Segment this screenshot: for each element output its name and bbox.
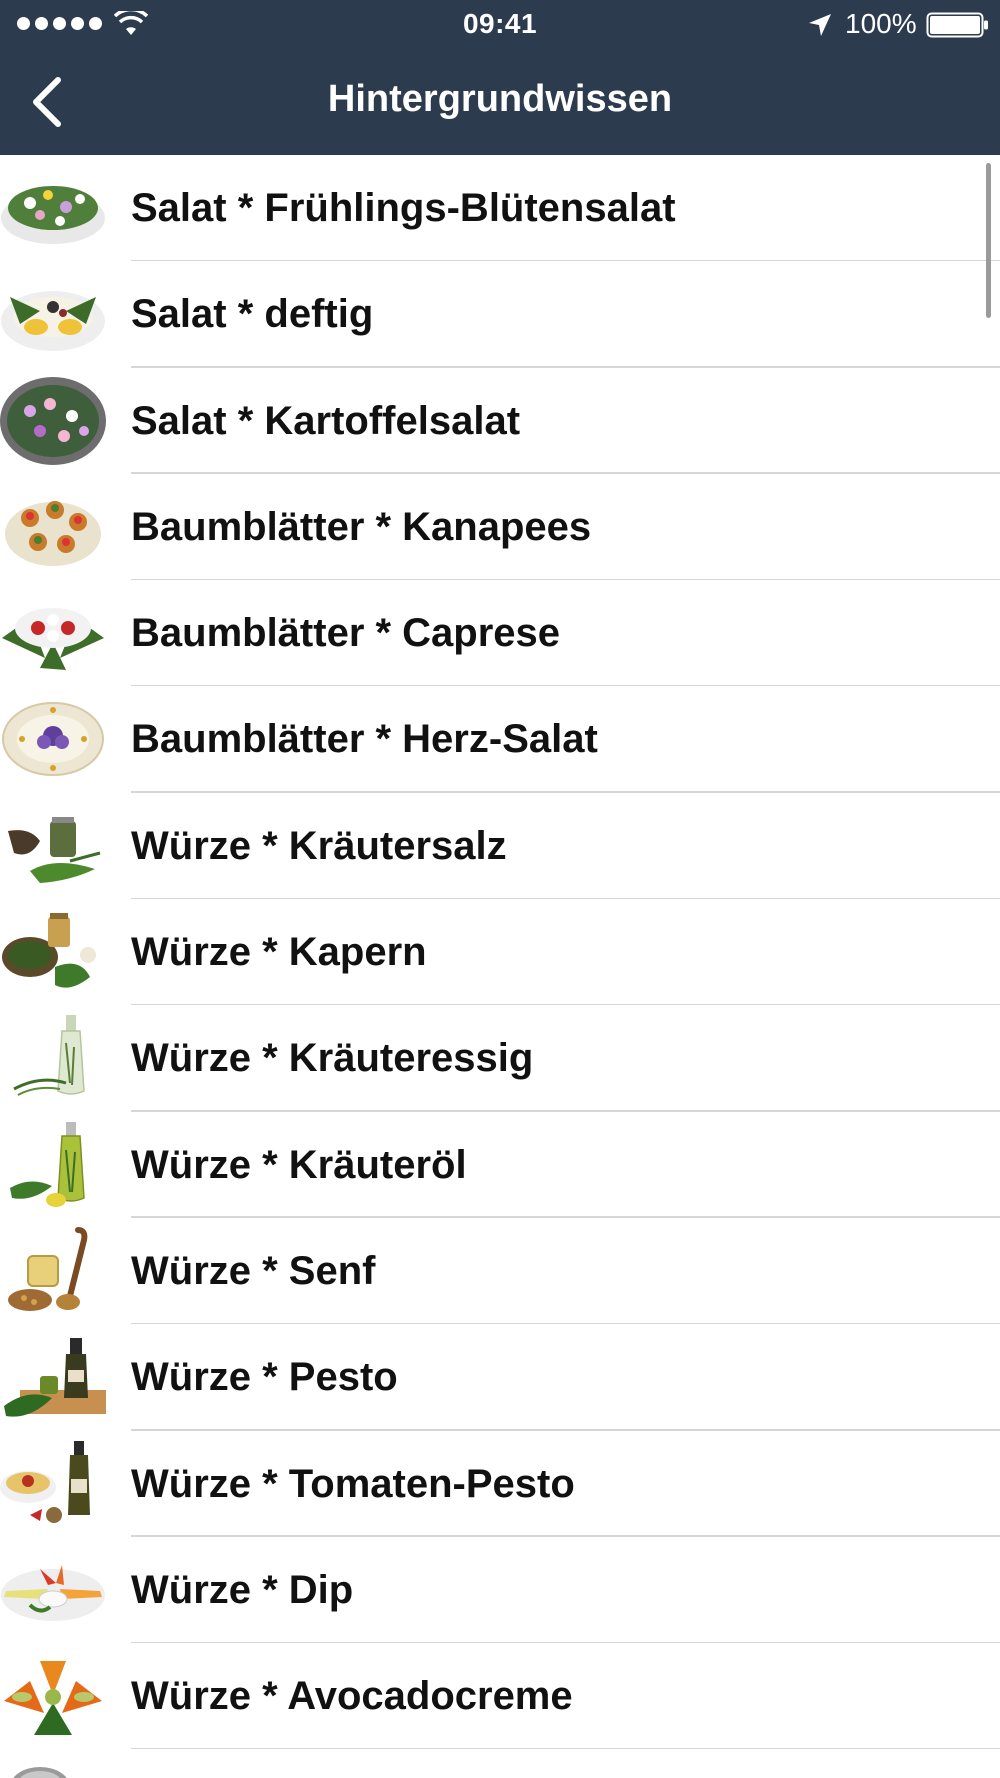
list-item-label: Baumblätter * Herz-Salat — [131, 717, 598, 762]
herb-salt-thumbnail — [8, 816, 101, 883]
list-item[interactable]: Würze * Kräuteressig — [0, 1005, 1000, 1112]
list-item-label: Würze * Kapern — [131, 930, 427, 975]
list-item[interactable]: Würze * Kapern — [0, 899, 1000, 1006]
heart-salad-thumbnail — [2, 702, 104, 777]
avocado-cream-thumbnail — [4, 1661, 102, 1736]
list-item[interactable]: Würze * Tomaten-Pesto — [0, 1431, 1000, 1537]
list-item[interactable]: Würze * Avocadocreme — [0, 1643, 1000, 1750]
list-item-label: Würze * Kräutersalz — [131, 823, 507, 868]
herb-vinegar-thumbnail — [13, 1015, 85, 1097]
list-item[interactable]: Baumblätter * Kanapees — [0, 474, 1000, 581]
scrollbar[interactable] — [986, 163, 991, 318]
caprese-thumbnail — [2, 608, 104, 671]
list-item-label: Salat * Frühlings-Blütensalat — [131, 186, 676, 230]
list-item-label: Salat * Kartoffelsalat — [131, 398, 521, 443]
navigation-bar: Hintergrundwissen — [0, 50, 1000, 155]
potato-salad-thumbnail — [0, 376, 106, 465]
pesto-thumbnail — [4, 1338, 106, 1417]
egg-salad-thumbnail — [1, 291, 105, 352]
herb-oil-thumbnail — [10, 1121, 85, 1207]
battery-percentage: 100% — [845, 8, 917, 39]
list-item[interactable]: Würze * Kräuteröl — [0, 1112, 1000, 1218]
dip-thumbnail — [1, 1564, 105, 1621]
list-item[interactable]: Würze * Kräutersalz — [0, 793, 1000, 900]
list-item[interactable]: Würze * Pesto — [0, 1324, 1000, 1431]
list-item[interactable]: Baumblätter * Herz-Salat — [0, 686, 1000, 793]
status-bar: 09:41 100% — [0, 0, 1000, 50]
list-item-label: Würze * Avocadocreme — [131, 1674, 573, 1719]
flower-salad-thumbnail — [1, 186, 105, 244]
canapes-thumbnail — [5, 500, 101, 566]
mustard-thumbnail — [8, 1226, 88, 1311]
list-item[interactable]: Salat * deftig — [0, 261, 1000, 368]
list-item-label: Würze * Kräuteröl — [131, 1142, 467, 1187]
list-item[interactable] — [0, 1749, 1000, 1778]
page-title: Hintergrundwissen — [327, 78, 673, 120]
partial-item-thumbnail — [13, 1767, 67, 1778]
list-item[interactable]: Salat * Frühlings-Blütensalat — [0, 155, 1000, 262]
list-item[interactable]: Baumblätter * Caprese — [0, 580, 1000, 687]
list-item-label: Baumblätter * Caprese — [131, 611, 561, 656]
list-item-label: Würze * Pesto — [131, 1355, 398, 1400]
location-arrow-icon — [809, 14, 831, 36]
list-item-label: Würze * Kräuteressig — [131, 1036, 534, 1081]
list-item-label: Würze * Senf — [131, 1248, 376, 1293]
list-item-label: Würze * Tomaten-Pesto — [131, 1461, 575, 1506]
recipe-list[interactable]: Salat * Frühlings-Blütensalat Salat * de… — [0, 155, 1000, 1778]
list-item-label: Baumblätter * Kanapees — [131, 504, 592, 549]
list-item[interactable]: Würze * Dip — [0, 1537, 1000, 1644]
battery-icon — [926, 12, 988, 38]
capers-thumbnail — [2, 913, 96, 988]
header: 09:41 100% Hintergrundwissen — [0, 0, 1000, 155]
list-item-label: Salat * deftig — [131, 292, 374, 337]
list-item[interactable]: Salat * Kartoffelsalat — [0, 368, 1000, 474]
tomato-pesto-thumbnail — [0, 1440, 90, 1523]
list-item-label: Würze * Dip — [131, 1567, 354, 1612]
list-item[interactable]: Würze * Senf — [0, 1218, 1000, 1325]
